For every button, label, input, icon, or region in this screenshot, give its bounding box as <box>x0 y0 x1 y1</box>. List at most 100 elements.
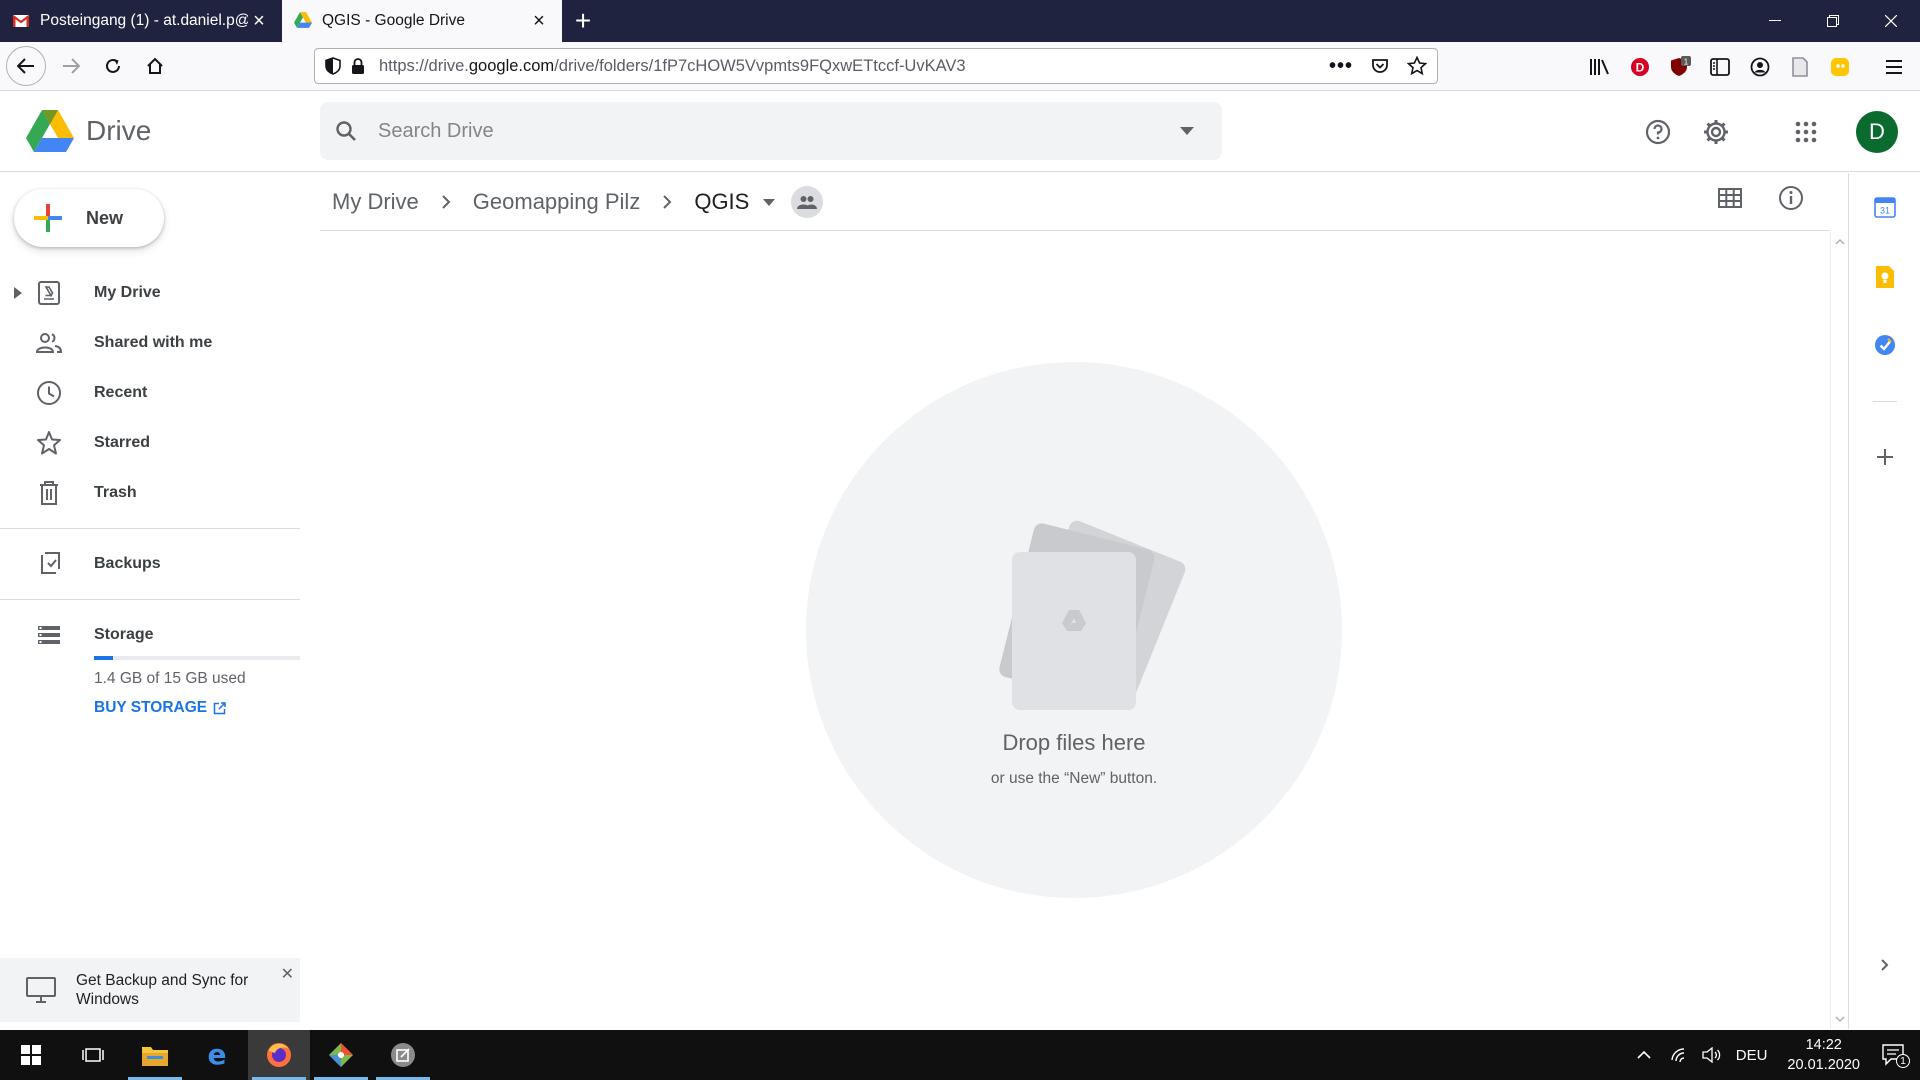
search-input[interactable]: Search Drive <box>378 120 1180 143</box>
grid-view-icon[interactable] <box>1718 188 1742 208</box>
calendar-icon[interactable]: 31 <box>1873 195 1897 219</box>
svg-text:D: D <box>1636 60 1645 74</box>
sidebar-item-label: Starred <box>94 434 151 451</box>
help-icon[interactable] <box>1636 110 1680 154</box>
lock-icon[interactable] <box>351 57 365 75</box>
close-icon[interactable]: × <box>528 10 550 32</box>
git-app-icon[interactable] <box>310 1030 372 1080</box>
drive-logo-icon <box>26 110 74 152</box>
storage-used-text: 1.4 GB of 15 GB used <box>94 670 246 687</box>
drop-files-title: Drop files here <box>1002 730 1146 755</box>
reader-view-icon[interactable] <box>1708 55 1732 79</box>
library-icon[interactable] <box>1588 55 1612 79</box>
shared-folder-icon[interactable] <box>791 186 824 218</box>
expand-caret-icon[interactable] <box>14 287 26 299</box>
file-explorer-icon[interactable] <box>124 1030 186 1080</box>
breadcrumb-current-folder[interactable]: QGIS <box>694 189 749 215</box>
input-language[interactable]: DEU <box>1736 1047 1768 1064</box>
tab-drive[interactable]: QGIS - Google Drive × <box>282 0 562 42</box>
divider <box>0 528 300 529</box>
breadcrumb-item[interactable]: My Drive <box>332 189 419 215</box>
search-bar[interactable]: Search Drive <box>320 102 1222 160</box>
tracking-shield-icon[interactable] <box>325 57 341 75</box>
account-icon[interactable] <box>1748 55 1772 79</box>
back-button[interactable] <box>6 46 46 86</box>
sidebar-item-recent[interactable]: Recent <box>0 368 300 418</box>
close-window-button[interactable] <box>1862 0 1920 42</box>
info-icon[interactable] <box>1778 185 1804 211</box>
avatar[interactable]: D <box>1856 111 1898 153</box>
notes-app-icon[interactable] <box>372 1030 434 1080</box>
windows-start-icon[interactable] <box>0 1030 62 1080</box>
backup-sync-promo[interactable]: Get Backup and Sync for Windows ✕ <box>0 958 300 1022</box>
url-bar[interactable]: https://drive.google.com/drive/folders/1… <box>314 48 1438 84</box>
reload-button[interactable] <box>94 47 132 85</box>
chevron-up-icon[interactable] <box>1636 1050 1652 1060</box>
drive-logo[interactable]: Drive <box>26 110 151 152</box>
tab-gmail[interactable]: Posteingang (1) - at.daniel.p@g × <box>0 0 282 42</box>
home-button[interactable] <box>136 47 174 85</box>
forward-button[interactable] <box>52 47 90 85</box>
yellow-extension-icon[interactable] <box>1828 55 1852 79</box>
sidebar-item-label: Trash <box>94 484 137 501</box>
sidebar-item-label: Storage <box>94 626 154 643</box>
sidebar-item-storage[interactable]: Storage <box>0 610 300 660</box>
apps-grid-icon[interactable] <box>1784 110 1828 154</box>
svg-text:1: 1 <box>1684 57 1689 66</box>
restore-button[interactable] <box>1804 0 1862 42</box>
wifi-icon[interactable] <box>1670 1047 1690 1063</box>
tasks-icon[interactable] <box>1873 333 1897 357</box>
people-icon <box>35 329 63 357</box>
extension-d-icon[interactable]: D <box>1628 55 1652 79</box>
plus-icon <box>32 202 64 234</box>
task-view-icon[interactable] <box>62 1030 124 1080</box>
breadcrumb-bar: My Drive Geomapping Pilz QGIS <box>320 173 1830 231</box>
new-tab-button[interactable]: + <box>562 0 604 42</box>
keep-icon[interactable] <box>1873 265 1897 289</box>
edge-browser-icon[interactable]: e <box>186 1030 248 1080</box>
buy-storage-link[interactable]: BUY STORAGE <box>94 699 226 717</box>
url-text: https://drive.google.com/drive/folders/1… <box>379 57 966 76</box>
chevron-right-icon[interactable] <box>1873 953 1897 977</box>
settings-gear-icon[interactable] <box>1694 110 1738 154</box>
folder-menu-dropdown-icon[interactable] <box>763 198 776 206</box>
notifications-icon[interactable]: 1 <box>1882 1044 1910 1068</box>
ublock-icon[interactable]: 1 <box>1668 55 1692 79</box>
firefox-icon[interactable] <box>248 1030 310 1080</box>
breadcrumb-item[interactable]: Geomapping Pilz <box>473 189 641 215</box>
windows-taskbar: e DEU 14:22 20.01.2020 1 <box>0 1030 1920 1080</box>
clock[interactable]: 14:22 20.01.2020 <box>1787 1035 1860 1075</box>
backup-icon <box>35 550 63 578</box>
add-addon-icon[interactable] <box>1873 445 1897 469</box>
more-actions-icon[interactable]: ••• <box>1329 55 1353 78</box>
close-icon[interactable]: × <box>248 10 270 32</box>
pocket-icon[interactable] <box>1371 57 1389 75</box>
clock-time: 14:22 <box>1805 1037 1842 1053</box>
new-button[interactable]: New <box>14 189 164 247</box>
drop-files-subtitle: or use the “New” button. <box>990 770 1158 787</box>
breadcrumb: My Drive Geomapping Pilz QGIS <box>332 186 824 218</box>
sidebar-item-label: Shared with me <box>94 334 213 351</box>
minimize-button[interactable] <box>1746 0 1804 42</box>
trash-icon <box>35 479 63 507</box>
search-icon[interactable] <box>334 119 358 143</box>
sidebar-item-trash[interactable]: Trash <box>0 468 300 518</box>
sidebar-item-starred[interactable]: Starred <box>0 418 300 468</box>
close-icon[interactable]: ✕ <box>281 964 294 984</box>
page-icon[interactable] <box>1788 55 1812 79</box>
hamburger-menu-icon[interactable] <box>1882 55 1906 79</box>
sidebar: New My Drive Shared with me Recent Starr… <box>0 173 300 1029</box>
bookmark-star-icon[interactable] <box>1407 56 1427 76</box>
tab-title: QGIS - Google Drive <box>322 12 465 29</box>
my-drive-icon <box>35 279 63 307</box>
drop-zone[interactable] <box>806 362 1342 898</box>
sidebar-item-my-drive[interactable]: My Drive <box>0 268 300 318</box>
drive-header: Drive Search Drive D <box>0 92 1920 172</box>
search-options-icon[interactable] <box>1180 127 1194 135</box>
svg-text:e: e <box>208 1042 227 1068</box>
volume-icon[interactable] <box>1702 1047 1722 1063</box>
sidebar-item-backups[interactable]: Backups <box>0 539 300 589</box>
url-path: /drive/folders/1fP7cHOW5Vvpmts9FQxwETtcc… <box>554 56 966 75</box>
sidebar-item-shared-with-me[interactable]: Shared with me <box>0 318 300 368</box>
vertical-scrollbar[interactable] <box>1830 232 1848 1029</box>
